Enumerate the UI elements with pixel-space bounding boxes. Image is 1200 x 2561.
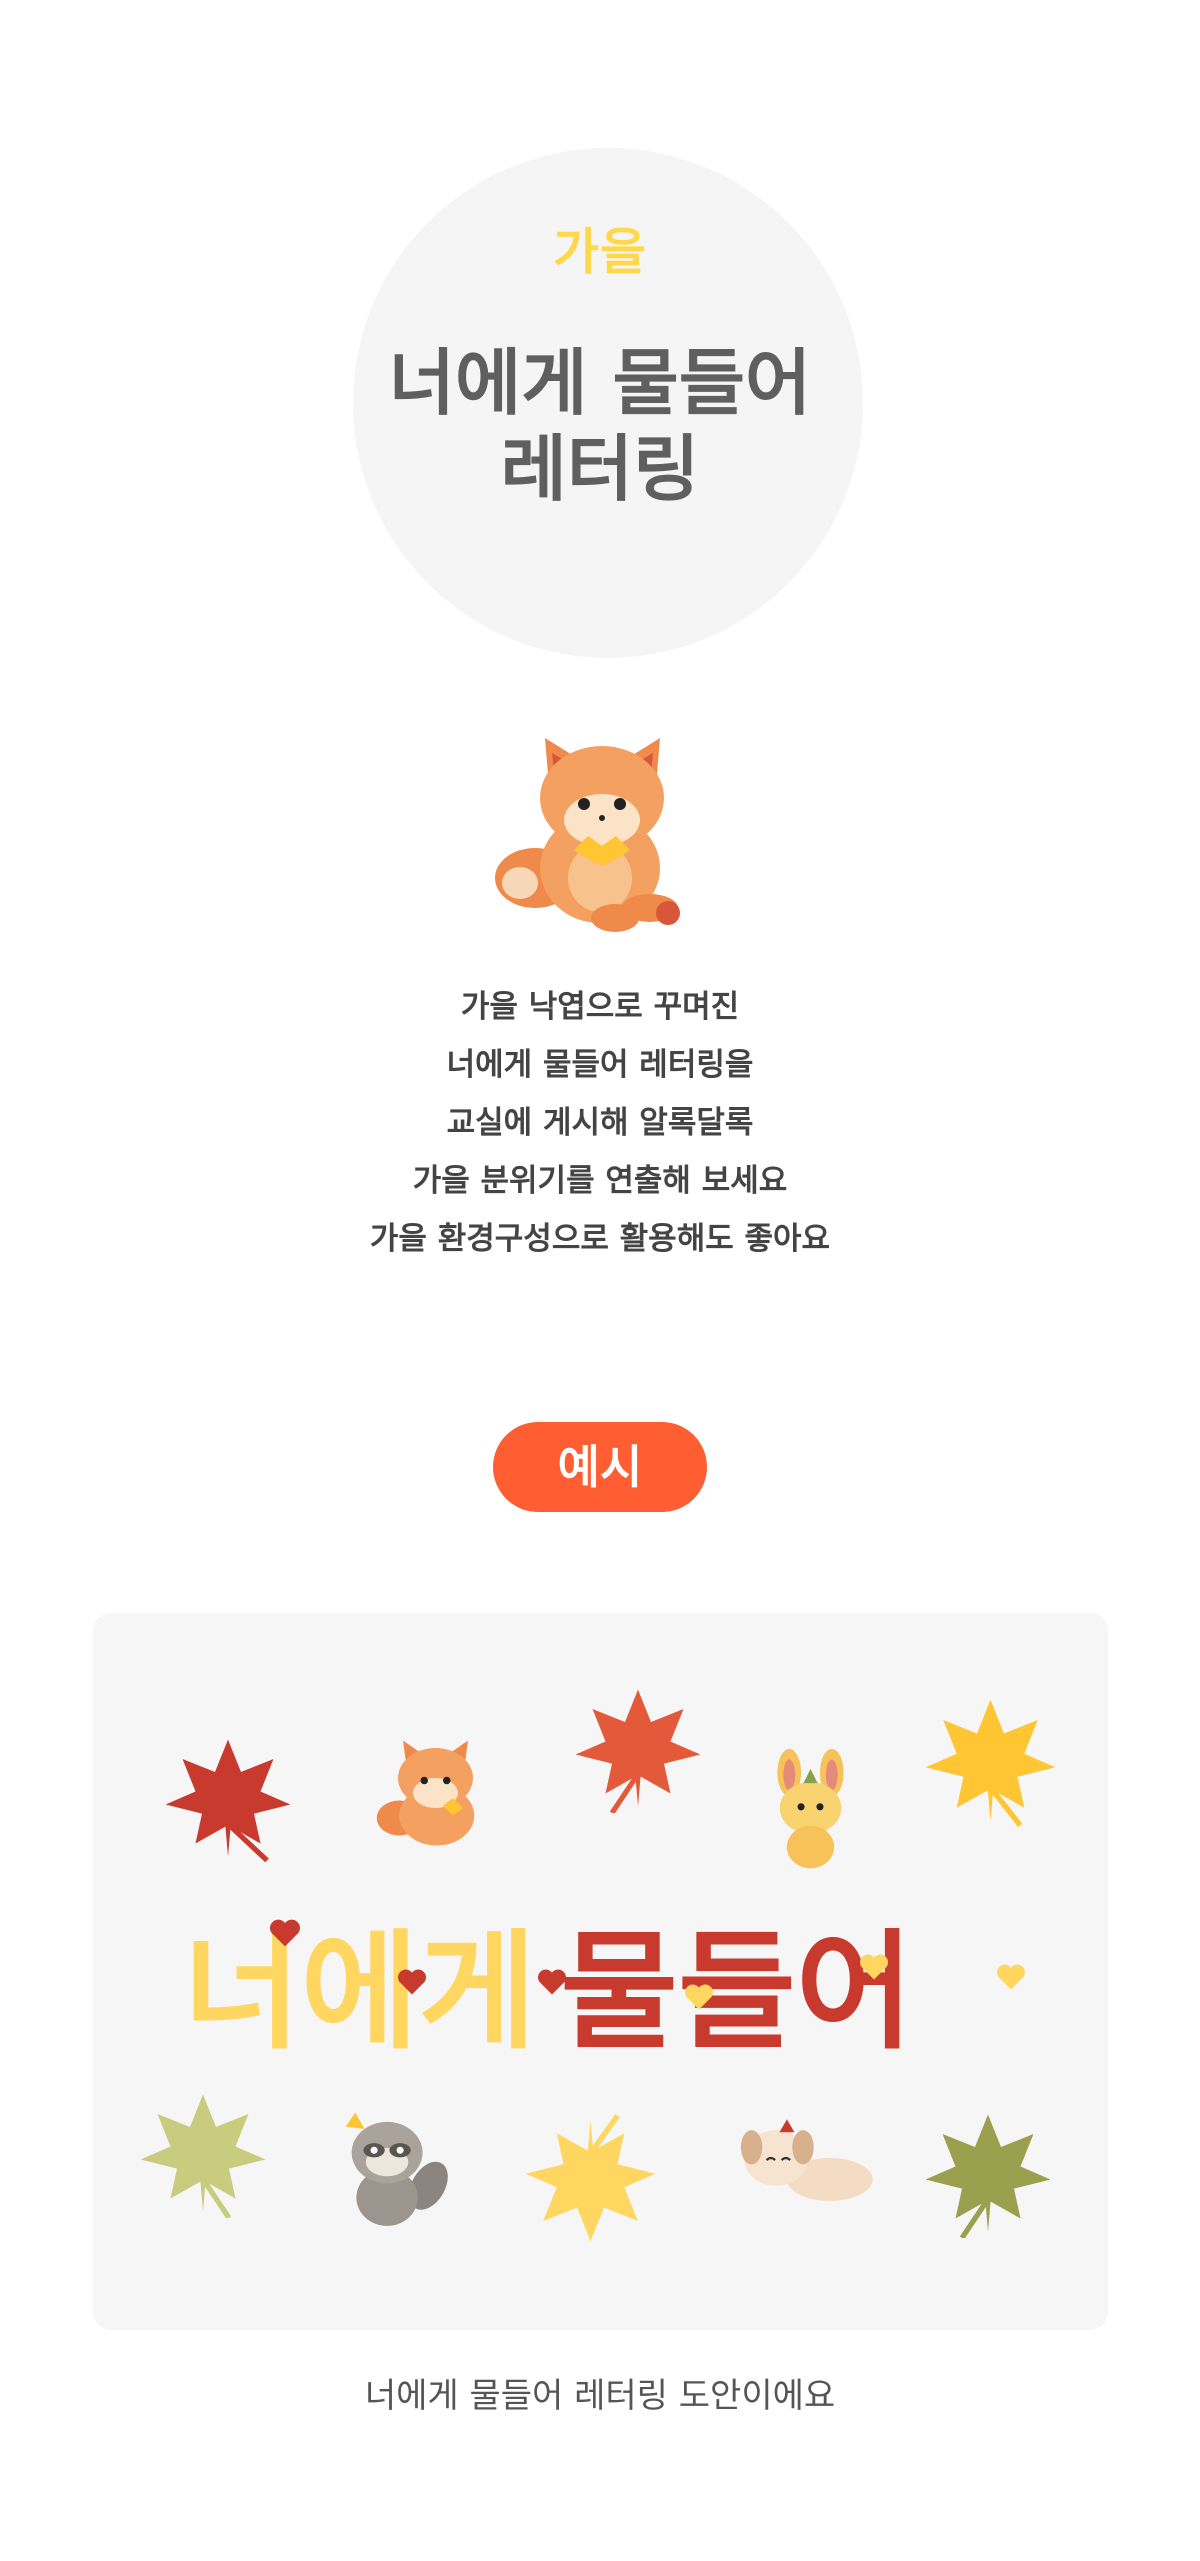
description-line: 교실에 게시해 알록달록 <box>446 1105 754 1141</box>
heart-icon <box>685 1984 713 2010</box>
heart-icon <box>398 1969 426 1995</box>
description-line: 가을 분위기를 연출해 보세요 <box>412 1163 788 1199</box>
example-card: 너에게 물들어 <box>93 1613 1108 2330</box>
green-maple-leaf-icon <box>925 2114 1051 2238</box>
hero-kicker: 가을 <box>553 223 647 281</box>
heart-icon <box>997 1964 1025 1990</box>
page-title: 너에게 물들어 레터링 <box>0 340 1200 513</box>
example-caption: 너에게 물들어 레터링 도안이에요 <box>364 2376 836 2416</box>
fox-illustration <box>495 738 680 932</box>
bunny-sticker-icon <box>777 1748 844 1869</box>
fox-sticker-icon <box>376 1740 475 1846</box>
title-line-2: 레터링 <box>500 427 700 512</box>
example-lettering: 너에게 물들어 <box>183 1918 1023 2068</box>
lettering-part-2: 물들어 <box>560 1918 914 2067</box>
orange-maple-leaf-icon <box>575 1689 701 1813</box>
lettering-part-1: 너에게 <box>183 1918 537 2067</box>
title-line-1: 너에게 물들어 <box>388 341 812 425</box>
heart-icon <box>860 1954 888 1980</box>
raccoon-sticker-icon <box>345 2112 448 2226</box>
description-line: 너에게 물들어 레터링을 <box>446 1047 754 1083</box>
heart-icon <box>538 1969 566 1995</box>
puppy-sticker-icon <box>740 2119 873 2201</box>
example-badge: 예시 <box>493 1422 707 1512</box>
description-line: 가을 낙엽으로 꾸며진 <box>460 989 740 1025</box>
yellow-maple-leaf-icon <box>925 1699 1056 1827</box>
yellow-leaf-icon <box>525 2114 656 2242</box>
heart-icon <box>270 1919 300 1947</box>
olive-maple-leaf-icon <box>140 2094 266 2218</box>
description: 가을 낙엽으로 꾸며진 너에게 물들어 레터링을 교실에 게시해 알록달록 가을… <box>0 978 1200 1268</box>
red-maple-leaf-icon <box>165 1739 291 1863</box>
description-line: 가을 환경구성으로 활용해도 좋아요 <box>369 1221 831 1257</box>
